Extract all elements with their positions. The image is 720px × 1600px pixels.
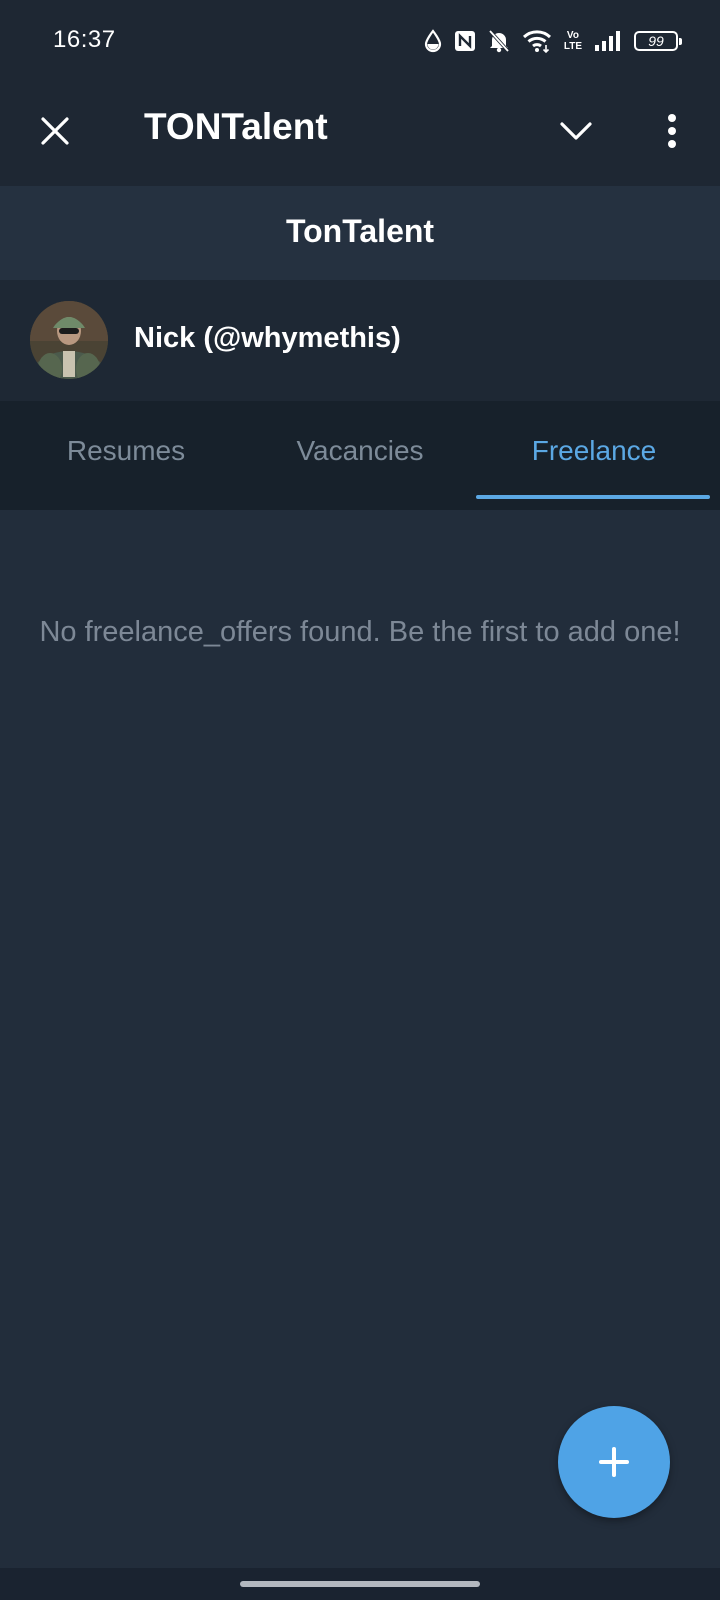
tab-vacancies[interactable]: Vacancies: [244, 401, 476, 510]
nfc-icon: [454, 31, 475, 51]
volte-bottom-label: LTE: [563, 41, 582, 52]
active-tab-indicator: [476, 495, 710, 499]
volte-top-label: Vo: [566, 30, 579, 41]
status-icons: Vo LTE 99: [424, 26, 682, 56]
more-options-button[interactable]: [648, 106, 696, 156]
avatar-image: [30, 301, 108, 379]
empty-state-message: No freelance_offers found. Be the first …: [39, 616, 681, 648]
chevron-down-icon: [560, 122, 592, 140]
wifi-icon: [522, 30, 551, 53]
user-name: Nick (@whymethis): [134, 322, 401, 354]
page-header: TonTalent: [0, 186, 720, 280]
tab-freelance[interactable]: Freelance: [478, 401, 710, 510]
status-time: 16:37: [53, 26, 116, 53]
status-bar: 16:37 Vo LTE 99: [0, 0, 720, 84]
volte-icon: Vo LTE: [564, 30, 582, 52]
water-drop-icon: [424, 29, 441, 53]
signal-icon: [595, 31, 620, 51]
battery-icon: 99: [634, 31, 682, 51]
home-gesture-handle[interactable]: [240, 1581, 480, 1587]
user-profile-row[interactable]: Nick (@whymethis): [0, 280, 720, 401]
plus-icon: [599, 1447, 629, 1477]
screen: 16:37 Vo LTE 99 TONTalent TonTalent Nick…: [0, 0, 720, 1600]
add-freelance-offer-button[interactable]: [558, 1406, 670, 1518]
close-button[interactable]: [30, 106, 80, 156]
app-title: TONTalent: [144, 106, 328, 147]
collapse-button[interactable]: [551, 106, 601, 156]
avatar: [30, 301, 108, 379]
bell-off-icon: [488, 29, 510, 53]
top-app-bar: TONTalent: [0, 84, 720, 186]
close-icon: [41, 117, 69, 145]
tab-resumes[interactable]: Resumes: [10, 401, 242, 510]
more-vertical-icon: [668, 114, 676, 148]
page-title: TonTalent: [285, 213, 435, 249]
system-navigation-bar: [0, 1568, 720, 1600]
tab-bar: Resumes Vacancies Freelance: [0, 401, 720, 510]
